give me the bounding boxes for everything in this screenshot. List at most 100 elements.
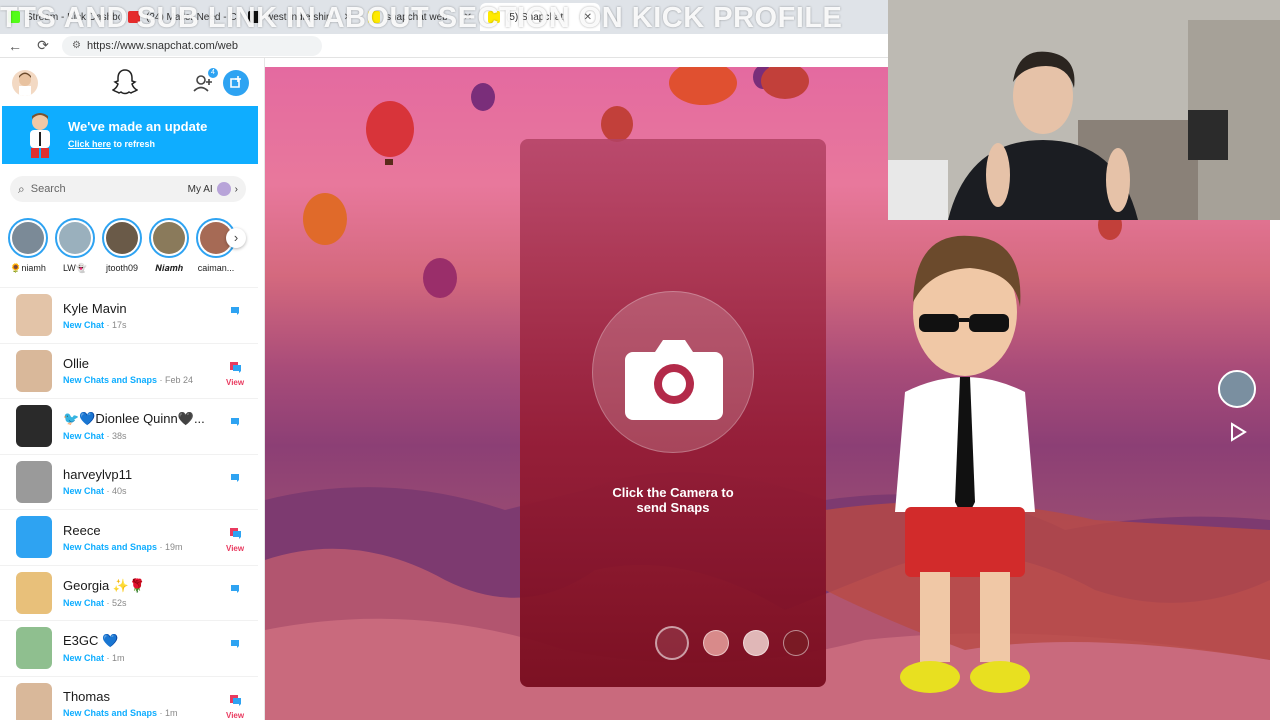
chat-name: E3GC 💙: [63, 633, 119, 649]
browser-tab-active[interactable]: (5) Snapchat ✕: [480, 3, 600, 31]
tab-label: snapchat web: [386, 11, 448, 23]
lens-option[interactable]: [703, 630, 729, 656]
chat-snap-icon: [230, 694, 241, 706]
view-snap-button[interactable]: View: [226, 378, 244, 387]
site-info-icon[interactable]: ⚙: [72, 40, 81, 51]
camera-icon: [625, 340, 723, 420]
chat-status: New Chat: [63, 653, 105, 664]
chat-status: New Chat: [63, 319, 105, 330]
chat-name: Ollie: [63, 356, 90, 372]
chat-time: 1m: [112, 653, 125, 664]
story-name: LW👻: [62, 263, 88, 273]
new-chat-button[interactable]: [223, 70, 249, 96]
chat-row[interactable]: Thomas New Chats and Snaps · 1m View: [0, 675, 258, 720]
chat-bubble-icon: [231, 418, 239, 426]
browser-tab[interactable]: Stream - Kick Dashboard✕: [0, 3, 120, 31]
close-icon[interactable]: ✕: [584, 12, 592, 23]
chat-status: New Chats and Snaps: [63, 708, 158, 719]
lens-option[interactable]: [783, 630, 809, 656]
chat-row[interactable]: Georgia ✨🌹 New Chat · 52s: [0, 564, 258, 621]
chat-avatar: [16, 571, 52, 614]
chevron-right-icon: ›: [234, 183, 238, 195]
view-snap-button[interactable]: View: [226, 544, 244, 553]
chat-avatar: [16, 349, 52, 392]
url-field[interactable]: ⚙ https://www.snapchat.com/web: [62, 35, 322, 56]
chat-avatar: [16, 682, 52, 720]
tab-favicon-icon: [248, 11, 260, 23]
page-edge: [1270, 220, 1280, 720]
tab-favicon-icon: [488, 11, 500, 23]
friend-request-badge: 4: [208, 68, 218, 78]
play-icon[interactable]: [1228, 422, 1248, 442]
chat-row[interactable]: Kyle Mavin New Chat · 17s: [0, 287, 258, 343]
update-title: We've made an update: [68, 118, 208, 134]
chat-time: Feb 24: [165, 375, 194, 386]
browser-tab[interactable]: west indie ship ✕: [240, 3, 360, 31]
story-item[interactable]: LW👻: [55, 218, 95, 278]
view-snap-button[interactable]: View: [226, 711, 244, 720]
webcam-overlay: [888, 0, 1280, 220]
my-ai-label: My AI: [187, 183, 213, 195]
camera-panel: Click the Camera to send Snaps: [520, 139, 826, 687]
chat-avatar: [16, 294, 52, 337]
snapchat-ghost-icon[interactable]: [112, 68, 138, 96]
chat-avatar: [16, 460, 52, 503]
search-input[interactable]: ⌕ Search My AI ›: [10, 176, 246, 202]
bitmoji-avatar: [30, 113, 50, 158]
chat-bubble-icon: [231, 640, 239, 648]
profile-avatar[interactable]: [12, 70, 38, 96]
chat-avatar: [16, 405, 52, 448]
chat-row[interactable]: 🐦💙Dionlee Quinn🖤... New Chat · 38s: [0, 398, 258, 454]
story-thumbnail[interactable]: [1218, 370, 1256, 408]
chat-row[interactable]: Ollie New Chats and Snaps · Feb 24 View: [0, 342, 258, 399]
address-bar: ← ⟳ ⚙ https://www.snapchat.com/web: [0, 34, 888, 58]
close-icon[interactable]: ✕: [464, 12, 472, 23]
chat-time: 19m: [165, 541, 183, 552]
tab-favicon-icon: [8, 11, 20, 23]
chat-name: 🐦💙Dionlee Quinn🖤...: [63, 411, 205, 427]
chat-status: New Chats and Snaps: [63, 541, 158, 552]
story-item[interactable]: 🌻niamh: [8, 218, 48, 278]
chat-list: Kyle Mavin New Chat · 17s Ollie New Chats …: [0, 287, 258, 720]
story-name: 🌻niamh: [10, 263, 46, 273]
browser-tab-bar: Stream - Kick Dashboard✕ (24) Mailer Nee…: [0, 0, 888, 34]
reload-icon[interactable]: ⟳: [34, 37, 52, 54]
back-icon[interactable]: ←: [6, 38, 24, 54]
chat-row[interactable]: Reece New Chats and Snaps · 19m View: [0, 509, 258, 565]
chat-sidebar: 4 We've made an update Click here to ref…: [0, 58, 265, 720]
chat-row[interactable]: harveylvp11 New Chat · 40s: [0, 453, 258, 510]
chat-time: 38s: [112, 431, 127, 442]
camera-button[interactable]: [592, 291, 754, 453]
lens-option[interactable]: [743, 630, 769, 656]
story-item[interactable]: jtooth09: [102, 218, 142, 278]
chat-row[interactable]: E3GC 💙 New Chat · 1m: [0, 620, 258, 676]
refresh-link[interactable]: Click here: [68, 139, 111, 149]
chat-status: New Chat: [63, 597, 105, 608]
chat-time: 17s: [112, 319, 127, 330]
story-name: jtooth09: [105, 263, 139, 273]
story-thumbnail: [153, 222, 185, 254]
chat-name: Thomas: [63, 689, 110, 705]
chat-name: Kyle Mavin: [63, 300, 127, 316]
chat-status: New Chat: [63, 486, 105, 497]
refresh-link-suffix: to refresh: [111, 138, 156, 149]
story-item[interactable]: 𝑵𝒊𝒂𝒎𝒉: [149, 218, 189, 278]
story-item[interactable]: caiman...: [196, 218, 236, 278]
camera-hint-line-2: send Snaps: [636, 500, 710, 515]
story-controls: [1218, 370, 1258, 452]
browser-tab[interactable]: snapchat web ✕: [360, 3, 480, 31]
chat-name: Georgia ✨🌹: [63, 577, 146, 593]
search-icon: ⌕: [18, 181, 25, 196]
lens-capture-button[interactable]: [655, 626, 689, 660]
chat-time: 1m: [165, 708, 178, 719]
chat-status: New Chats and Snaps: [63, 375, 158, 386]
chat-time: 52s: [112, 597, 127, 608]
camera-hint: Click the Camera to send Snaps: [520, 485, 826, 515]
new-chat-icon: [230, 76, 241, 88]
stories-next-arrow-icon[interactable]: ›: [226, 228, 246, 248]
search-placeholder: Search: [30, 183, 66, 195]
close-icon[interactable]: ✕: [344, 12, 352, 23]
my-ai-button[interactable]: My AI ›: [188, 182, 238, 196]
browser-tab[interactable]: (24) Mailer Need - Ciaranbrain...✕: [120, 3, 240, 31]
camera-hint-line-1: Click the Camera to: [612, 485, 734, 500]
